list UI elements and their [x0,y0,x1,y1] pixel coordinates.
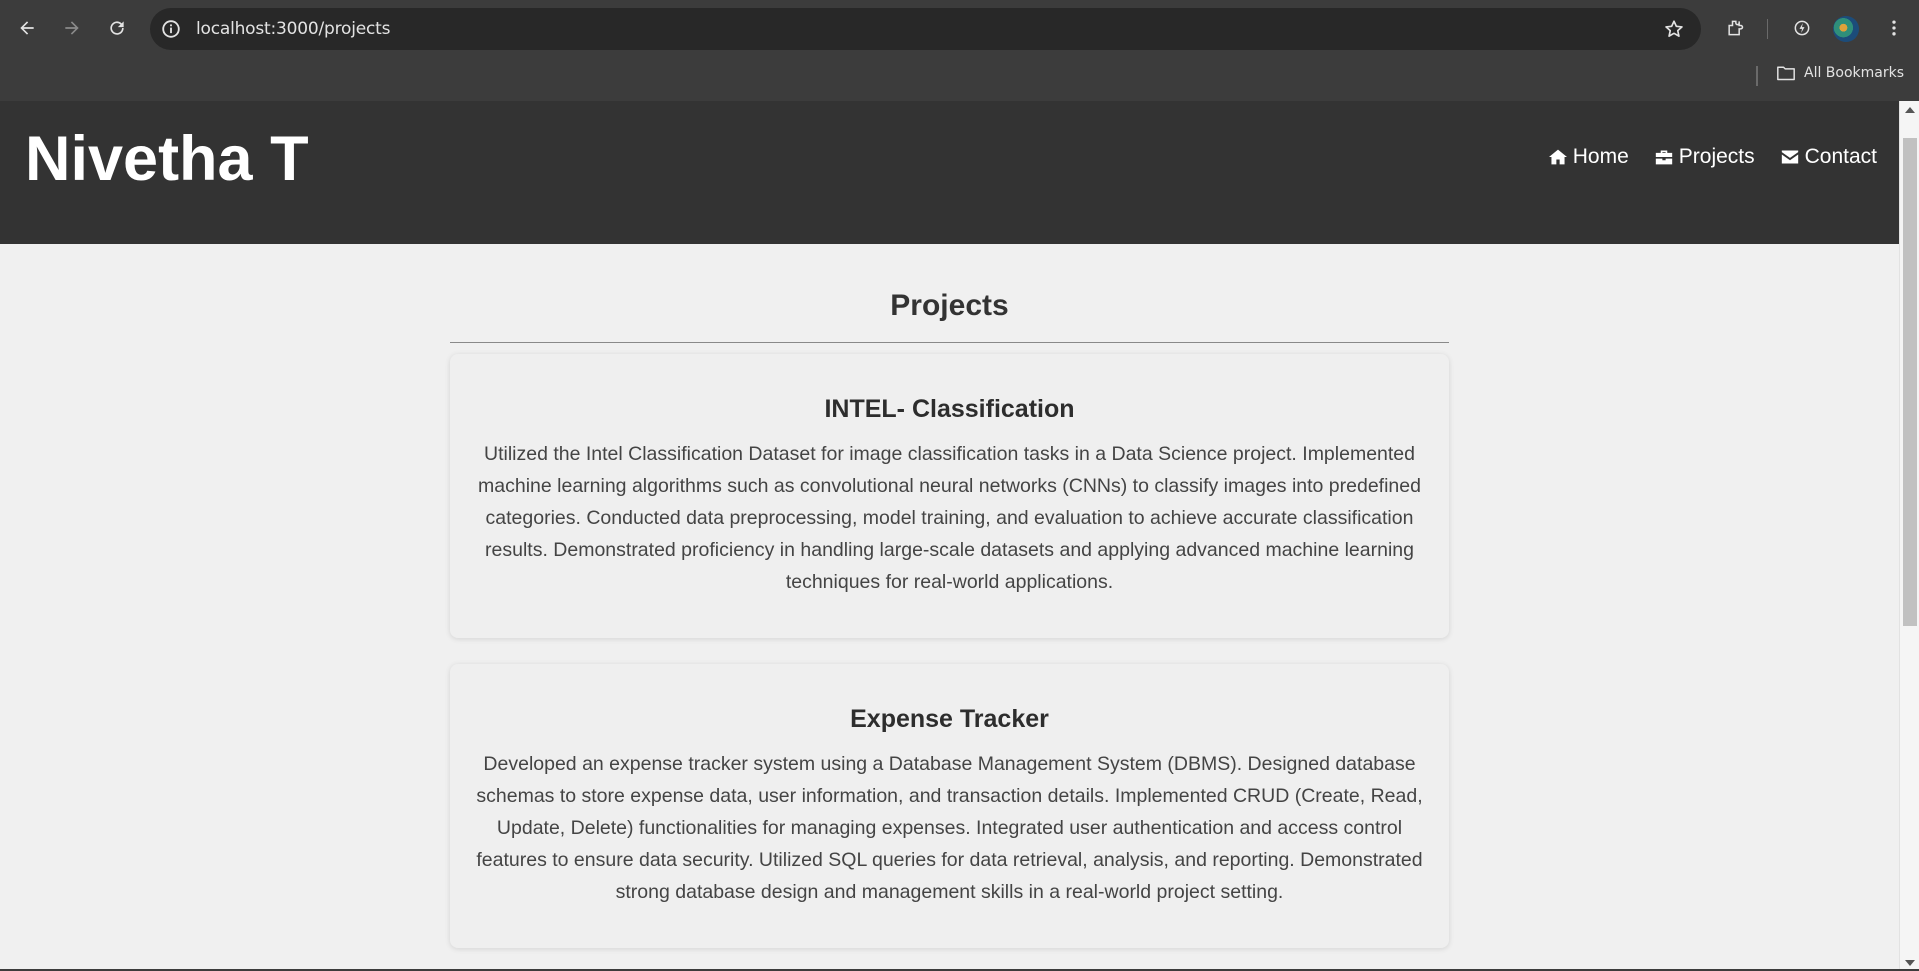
title-divider [450,342,1449,343]
bookmarks-bar: All Bookmarks [0,58,1919,101]
page-viewport: Nivetha T Home Projects Contact Projects… [0,101,1899,971]
browser-toolbar: localhost:3000/projects [0,0,1919,58]
reload-icon [110,21,124,35]
back-button[interactable] [11,12,43,44]
nav-contact-label: Contact [1804,145,1877,168]
reload-button[interactable] [101,12,133,44]
project-card-expense-tracker: Expense Tracker Developed an expense tra… [450,664,1449,948]
scroll-up-arrow[interactable] [1905,107,1915,113]
projects-section: Projects INTEL- Classification Utilized … [450,244,1449,971]
browser-menu-button[interactable] [1878,12,1910,44]
project-card-intel: INTEL- Classification Utilized the Intel… [450,354,1449,638]
toolbar-divider [1767,19,1768,39]
page-title: Projects [890,289,1009,322]
all-bookmarks-button[interactable]: All Bookmarks [1776,64,1904,82]
folder-icon [1777,66,1795,81]
site-header: Nivetha T Home Projects Contact [0,101,1899,244]
project-title: Expense Tracker [850,705,1049,733]
star-icon[interactable] [1663,18,1685,40]
nav-home-link[interactable]: Home [1548,145,1629,169]
site-nav: Home Projects Contact [1548,145,1877,169]
all-bookmarks-label: All Bookmarks [1804,65,1905,81]
scroll-down-arrow[interactable] [1905,960,1915,966]
performance-icon [1794,20,1810,36]
url-text[interactable]: localhost:3000/projects [196,19,390,39]
menu-icon [1892,20,1896,36]
site-info-icon[interactable] [160,18,182,40]
bookmarks-divider [1756,66,1758,86]
browser-chrome: localhost:3000/projects All Bookmarks [0,0,1919,101]
performance-button[interactable] [1786,12,1818,44]
back-icon [20,21,34,35]
envelope-icon [1781,150,1798,164]
briefcase-icon [1655,150,1672,165]
page-scrollbar[interactable] [1899,101,1919,971]
project-description: Developed an expense tracker system usin… [476,753,1423,903]
home-icon [1548,149,1567,165]
project-title: INTEL- Classification [824,395,1075,423]
extensions-button[interactable] [1719,12,1751,44]
scrollbar-thumb[interactable] [1903,138,1917,626]
nav-contact-link[interactable]: Contact [1780,145,1877,169]
nav-projects-label: Projects [1678,145,1755,168]
extensions-icon [1728,20,1744,36]
forward-button[interactable] [56,12,88,44]
nav-home-label: Home [1572,145,1629,168]
profile-avatar[interactable] [1833,16,1859,42]
project-description: Utilized the Intel Classification Datase… [478,443,1421,593]
address-bar[interactable]: localhost:3000/projects [150,8,1701,50]
site-brand: Nivetha T [25,124,309,194]
nav-projects-link[interactable]: Projects [1654,145,1755,169]
forward-icon [65,21,79,35]
